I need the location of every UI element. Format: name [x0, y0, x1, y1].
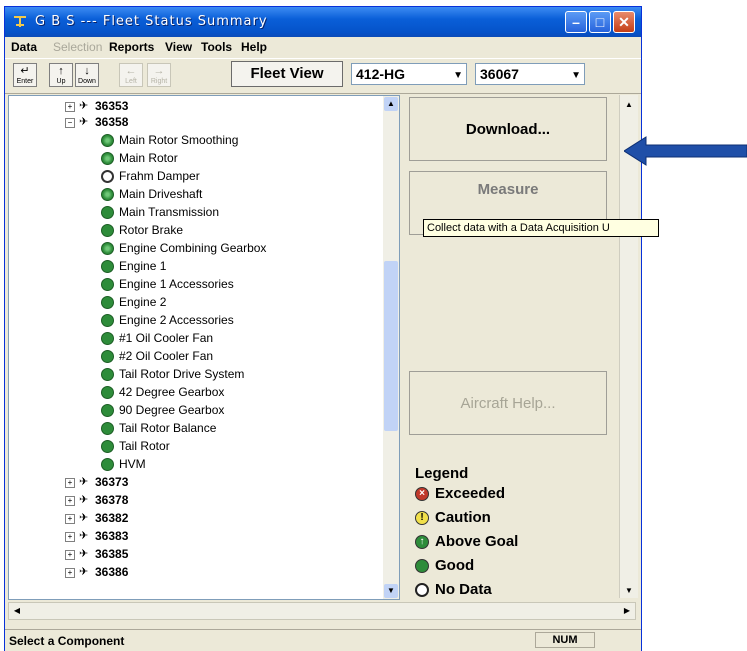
- good-icon: [415, 559, 429, 573]
- legend-item-caution: ! Caution: [415, 506, 615, 530]
- minimize-button[interactable]: –: [565, 11, 587, 33]
- menu-view[interactable]: View: [165, 40, 192, 54]
- good-status-icon: [101, 332, 114, 345]
- window-title: G B S --- Fleet Status Summary: [35, 14, 268, 29]
- expand-icon[interactable]: +: [65, 102, 75, 112]
- expand-icon[interactable]: +: [65, 514, 75, 524]
- title-bar[interactable]: G B S --- Fleet Status Summary – □ ✕: [5, 7, 641, 37]
- expand-icon[interactable]: +: [65, 532, 75, 542]
- above-goal-status-icon: [101, 152, 114, 165]
- helicopter-app-icon: [14, 16, 26, 27]
- tree-vertical-scrollbar[interactable]: ▲ ▼: [383, 96, 399, 599]
- helicopter-icon: ✈: [79, 116, 89, 128]
- up-arrow-icon: ↑: [58, 65, 64, 77]
- helicopter-icon: ✈: [79, 512, 89, 524]
- good-status-icon: [101, 206, 114, 219]
- enter-button[interactable]: ↵ Enter: [13, 63, 37, 87]
- above-goal-status-icon: [101, 188, 114, 201]
- helicopter-icon: ✈: [79, 566, 89, 578]
- exceeded-icon: ×: [415, 487, 429, 501]
- download-button[interactable]: Download...: [409, 97, 607, 161]
- legend-item-above-goal: ↑ Above Goal: [415, 530, 615, 554]
- menu-reports[interactable]: Reports: [109, 40, 154, 54]
- good-status-icon: [101, 422, 114, 435]
- scroll-thumb[interactable]: [384, 261, 398, 431]
- horizontal-scrollbar[interactable]: ◀ ▶: [8, 602, 636, 620]
- chevron-down-icon: ▼: [571, 70, 581, 81]
- good-status-icon: [101, 260, 114, 273]
- num-lock-indicator: NUM: [535, 632, 595, 648]
- panel-vertical-scrollbar[interactable]: ▲ ▼: [619, 95, 638, 598]
- good-status-icon: [101, 386, 114, 399]
- main-window: G B S --- Fleet Status Summary – □ ✕ Dat…: [4, 6, 659, 651]
- scroll-down-icon[interactable]: ▼: [384, 584, 398, 598]
- up-button[interactable]: ↑ Up: [49, 63, 73, 87]
- menu-tools[interactable]: Tools: [201, 40, 232, 54]
- toolbar: ↵ Enter ↑ Up ↓ Down ← Left → Right Fleet View…: [5, 58, 641, 94]
- helicopter-icon: ✈: [79, 494, 89, 506]
- tooltip: Collect data with a Data Acquisition U: [423, 219, 659, 237]
- scroll-up-icon[interactable]: ▲: [384, 97, 398, 111]
- legend-item-exceeded: × Exceeded: [415, 482, 615, 506]
- status-bar: Select a Component NUM: [5, 629, 641, 651]
- expand-icon[interactable]: +: [65, 568, 75, 578]
- good-status-icon: [101, 224, 114, 237]
- down-button[interactable]: ↓ Down: [75, 63, 99, 87]
- good-status-icon: [101, 368, 114, 381]
- serial-select[interactable]: 36067 ▼: [475, 63, 585, 85]
- legend: Legend × Exceeded ! Caution ↑ Above Goal…: [415, 465, 615, 602]
- menu-bar: Data Selection Reports View Tools Help: [5, 37, 641, 57]
- good-status-icon: [101, 278, 114, 291]
- helicopter-icon: ✈: [79, 530, 89, 542]
- model-select[interactable]: 412-HG ▼: [351, 63, 467, 85]
- no-data-status-icon: [101, 170, 114, 183]
- scroll-down-icon[interactable]: ▼: [621, 583, 637, 599]
- status-text: Select a Component: [9, 634, 125, 648]
- fleet-view-button[interactable]: Fleet View: [231, 61, 343, 87]
- helicopter-icon: ✈: [79, 100, 89, 112]
- above-goal-status-icon: [101, 242, 114, 255]
- expand-icon[interactable]: +: [65, 496, 75, 506]
- action-panel: Download... Measure Aircraft Help... Leg…: [407, 95, 639, 600]
- menu-selection[interactable]: Selection: [53, 40, 102, 54]
- scroll-up-icon[interactable]: ▲: [621, 97, 637, 113]
- helicopter-icon: ✈: [79, 548, 89, 560]
- expand-icon[interactable]: +: [65, 478, 75, 488]
- no-data-icon: [415, 583, 429, 597]
- enter-icon: ↵: [20, 65, 30, 77]
- right-button[interactable]: → Right: [147, 63, 171, 87]
- legend-item-no-data: No Data: [415, 578, 615, 602]
- chevron-down-icon: ▼: [453, 70, 463, 81]
- good-status-icon: [101, 458, 114, 471]
- good-status-icon: [101, 440, 114, 453]
- good-status-icon: [101, 314, 114, 327]
- close-button[interactable]: ✕: [613, 11, 635, 33]
- above-goal-status-icon: [101, 134, 114, 147]
- expand-icon[interactable]: +: [65, 550, 75, 560]
- legend-item-good: Good: [415, 554, 615, 578]
- helicopter-icon: ✈: [79, 476, 89, 488]
- aircraft-help-button[interactable]: Aircraft Help...: [409, 371, 607, 435]
- left-button[interactable]: ← Left: [119, 63, 143, 87]
- menu-help[interactable]: Help: [241, 40, 267, 54]
- good-status-icon: [101, 296, 114, 309]
- above-goal-icon: ↑: [415, 535, 429, 549]
- good-status-icon: [101, 404, 114, 417]
- good-status-icon: [101, 350, 114, 363]
- down-arrow-icon: ↓: [84, 65, 90, 77]
- caution-icon: !: [415, 511, 429, 525]
- right-arrow-icon: →: [153, 65, 165, 77]
- maximize-button[interactable]: □: [589, 11, 611, 33]
- fleet-tree[interactable]: + ✈ 36353 − ✈ 36358 Main Rotor Smoothing…: [8, 95, 400, 600]
- scroll-right-icon[interactable]: ▶: [619, 603, 635, 619]
- scroll-left-icon[interactable]: ◀: [9, 603, 25, 619]
- legend-title: Legend: [415, 465, 469, 482]
- pointer-arrow-icon: [624, 136, 747, 166]
- left-arrow-icon: ←: [125, 65, 137, 77]
- menu-data[interactable]: Data: [11, 40, 37, 54]
- collapse-icon[interactable]: −: [65, 118, 75, 128]
